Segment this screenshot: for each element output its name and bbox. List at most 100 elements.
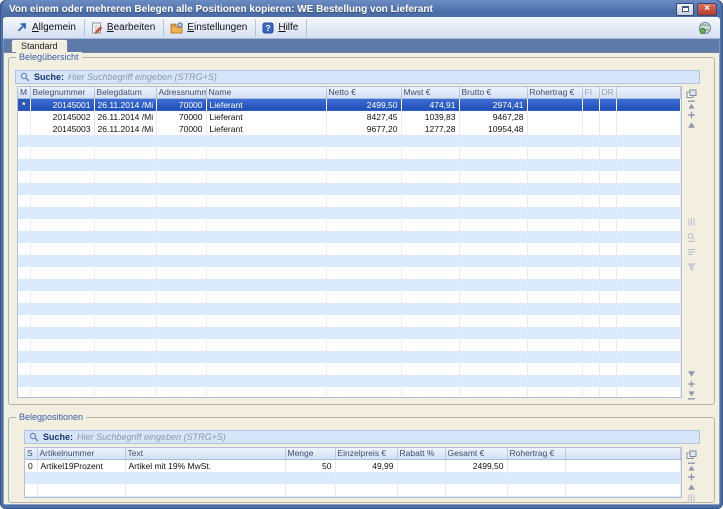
beleg-search-bar[interactable]: Suche: Hier Suchbegriff eingeben (STRG+S… bbox=[15, 70, 700, 84]
empty-cell bbox=[527, 147, 582, 159]
empty-cell bbox=[582, 303, 599, 315]
column-header[interactable]: Belegdatum bbox=[94, 87, 156, 98]
empty-cell bbox=[616, 315, 681, 327]
empty-cell bbox=[156, 387, 206, 399]
empty-cell bbox=[582, 219, 599, 231]
empty-row bbox=[18, 183, 681, 195]
positionen-search-bar[interactable]: Suche: Hier Suchbegriff eingeben (STRG+S… bbox=[24, 430, 700, 444]
column-header[interactable]: S bbox=[25, 448, 37, 459]
empty-cell bbox=[18, 171, 30, 183]
collapse-icon[interactable] bbox=[686, 500, 697, 505]
filter-icon[interactable] bbox=[686, 259, 697, 269]
empty-row bbox=[18, 147, 681, 159]
column-header[interactable]: Rabatt % bbox=[397, 448, 445, 459]
empty-cell bbox=[30, 255, 94, 267]
menu-item-bearbeiten[interactable]: Bearbeiten bbox=[85, 19, 164, 37]
drag-grip-icon[interactable] bbox=[686, 490, 697, 500]
drag-grip-icon[interactable] bbox=[686, 214, 697, 224]
empty-cell bbox=[206, 339, 326, 351]
empty-row bbox=[18, 375, 681, 387]
zoom-icon[interactable] bbox=[686, 229, 697, 239]
empty-cell bbox=[30, 387, 94, 399]
column-header[interactable]: Netto € bbox=[326, 87, 401, 98]
close-button[interactable]: × bbox=[697, 3, 717, 16]
empty-cell bbox=[30, 147, 94, 159]
tab-standard[interactable]: Standard bbox=[11, 39, 68, 52]
column-header-empty bbox=[565, 448, 681, 459]
empty-cell bbox=[527, 267, 582, 279]
group-beleguebersicht: Belegübersicht Suche: Hier Suchbegriff e… bbox=[8, 57, 715, 405]
table-row[interactable]: *2014500126.11.2014 /Mi70000Lieferant249… bbox=[18, 98, 681, 111]
cell bbox=[527, 123, 582, 135]
empty-cell bbox=[125, 484, 285, 496]
column-chooser-icon[interactable] bbox=[686, 86, 697, 96]
column-header[interactable]: FI bbox=[582, 87, 599, 98]
empty-cell bbox=[527, 351, 582, 363]
column-header[interactable]: Gesamt € bbox=[445, 448, 507, 459]
empty-cell bbox=[30, 315, 94, 327]
scroll-to-top-icon[interactable] bbox=[686, 97, 697, 107]
empty-cell bbox=[156, 183, 206, 195]
empty-cell bbox=[582, 171, 599, 183]
empty-cell bbox=[206, 279, 326, 291]
scroll-to-top-icon[interactable] bbox=[686, 459, 697, 469]
empty-row bbox=[18, 207, 681, 219]
search-icon bbox=[29, 432, 39, 442]
column-header[interactable]: Artikelnummer bbox=[37, 448, 125, 459]
append-row-icon[interactable] bbox=[686, 376, 697, 386]
move-down-icon[interactable] bbox=[686, 366, 697, 376]
column-header[interactable]: Rohertrag € bbox=[507, 448, 565, 459]
empty-cell bbox=[326, 339, 401, 351]
scroll-to-bottom-icon[interactable] bbox=[686, 387, 697, 397]
column-header[interactable]: DR bbox=[599, 87, 616, 98]
empty-cell bbox=[599, 159, 616, 171]
empty-cell bbox=[25, 472, 37, 484]
move-up-icon[interactable] bbox=[686, 117, 697, 127]
menu-item-hilfe[interactable]: ?Hilfe bbox=[256, 19, 307, 37]
empty-cell bbox=[401, 303, 459, 315]
menu-item-einstellungen[interactable]: Einstellungen bbox=[164, 19, 256, 37]
column-header[interactable]: Brutto € bbox=[459, 87, 527, 98]
cell bbox=[397, 459, 445, 472]
empty-row bbox=[18, 267, 681, 279]
empty-cell bbox=[326, 231, 401, 243]
group-label-belegpositionen: Belegpositionen bbox=[16, 412, 86, 422]
column-chooser-icon[interactable] bbox=[686, 447, 697, 457]
empty-cell bbox=[30, 339, 94, 351]
empty-cell bbox=[30, 171, 94, 183]
hilfe-icon: ? bbox=[262, 22, 274, 34]
empty-cell bbox=[94, 267, 156, 279]
globe-icon[interactable] bbox=[698, 21, 712, 35]
column-header[interactable]: Name bbox=[206, 87, 326, 98]
column-header[interactable]: M bbox=[18, 87, 30, 98]
column-header[interactable]: Rohertrag € bbox=[527, 87, 582, 98]
column-header[interactable]: Einzelpreis € bbox=[335, 448, 397, 459]
column-header[interactable]: Adressnumm bbox=[156, 87, 206, 98]
menu-item-allgemein[interactable]: Allgemein bbox=[10, 19, 85, 37]
empty-cell bbox=[30, 267, 94, 279]
column-header[interactable]: Text bbox=[125, 448, 285, 459]
empty-cell bbox=[156, 363, 206, 375]
insert-row-icon[interactable] bbox=[686, 107, 697, 117]
table-row[interactable]: 0Artikel19ProzentArtikel mit 19% MwSt.50… bbox=[25, 459, 681, 472]
insert-row-icon[interactable] bbox=[686, 469, 697, 479]
cell: Lieferant bbox=[206, 123, 326, 135]
list-icon[interactable] bbox=[686, 244, 697, 254]
empty-cell bbox=[527, 255, 582, 267]
empty-cell bbox=[156, 171, 206, 183]
table-row[interactable]: 2014500326.11.2014 /Mi70000Lieferant9677… bbox=[18, 123, 681, 135]
empty-cell bbox=[156, 291, 206, 303]
column-header[interactable]: Mwst € bbox=[401, 87, 459, 98]
empty-row bbox=[18, 339, 681, 351]
empty-cell bbox=[445, 496, 507, 499]
empty-cell bbox=[326, 255, 401, 267]
group-belegpositionen: Belegpositionen Suche: Hier Suchbegriff … bbox=[8, 417, 715, 503]
table-row[interactable]: 2014500226.11.2014 /Mi70000Lieferant8427… bbox=[18, 111, 681, 123]
empty-cell bbox=[94, 243, 156, 255]
move-up-icon[interactable] bbox=[686, 479, 697, 489]
column-header[interactable]: Menge bbox=[285, 448, 335, 459]
column-header[interactable]: Belegnummer bbox=[30, 87, 94, 98]
restore-button[interactable] bbox=[676, 3, 694, 16]
bearbeiten-icon bbox=[91, 22, 103, 34]
empty-cell bbox=[30, 363, 94, 375]
